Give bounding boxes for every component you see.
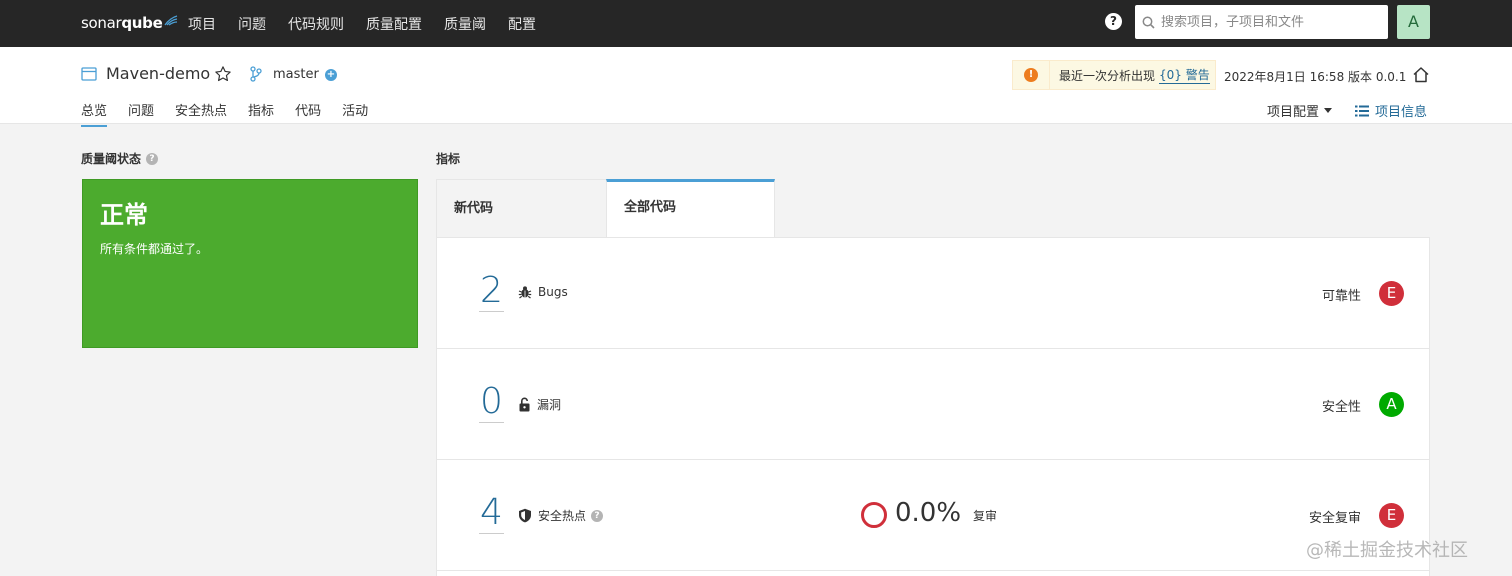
analysis-date: 2022年8月1日 16:58	[1224, 70, 1345, 84]
warning-icon: !	[1024, 68, 1038, 82]
project-header: Maven-demo master + 总览 问题 安全热点 指标 代码 活动 …	[0, 47, 1512, 127]
metric-row-bugs: 2 Bugs 可靠性 E	[437, 238, 1429, 349]
search-box[interactable]	[1135, 5, 1388, 39]
tab-activity[interactable]: 活动	[342, 100, 368, 127]
tab-issues[interactable]: 问题	[128, 100, 154, 127]
sonarqube-logo[interactable]: sonarqube	[81, 10, 178, 36]
security-hotspots-count[interactable]: 4	[479, 493, 504, 534]
list-icon	[1355, 105, 1369, 117]
project-info-label: 项目信息	[1375, 105, 1428, 120]
security-hotspots-label-text: 安全热点	[538, 509, 587, 523]
star-icon[interactable]	[214, 65, 232, 87]
project-name[interactable]: Maven-demo	[106, 64, 210, 83]
bugs-count[interactable]: 2	[479, 271, 504, 312]
caret-down-icon	[1324, 108, 1333, 113]
logo-text: sonarqube	[81, 14, 163, 32]
project-settings-label: 项目配置	[1267, 105, 1320, 120]
vulnerabilities-label: 漏洞	[518, 396, 561, 413]
metrics-title: 指标	[436, 152, 461, 166]
branch-icon	[250, 66, 262, 86]
help-icon[interactable]: ?	[146, 152, 159, 165]
security-hotspots-label: 安全热点 ?	[518, 507, 604, 524]
warning-text: 最近一次分析出现	[1059, 68, 1156, 83]
warning-link[interactable]: {0} 警告	[1159, 66, 1210, 84]
tab-code[interactable]: 代码	[295, 100, 321, 127]
tab-overall-code[interactable]: 全部代码	[606, 179, 775, 237]
vulnerabilities-count[interactable]: 0	[479, 382, 504, 423]
reliability-rating[interactable]: E	[1379, 281, 1404, 306]
project-settings-dropdown[interactable]: 项目配置	[1267, 101, 1333, 120]
project-version: 版本 0.0.1	[1348, 70, 1407, 84]
security-rating[interactable]: A	[1379, 392, 1404, 417]
quality-gate-status: 正常	[100, 201, 148, 229]
lock-icon	[518, 397, 531, 412]
security-review-label: 安全复审	[1308, 511, 1361, 526]
nav-issues[interactable]: 问题	[238, 14, 266, 34]
quality-gate-title: 质量阈状态 ?	[81, 150, 159, 167]
review-label: 复审	[973, 509, 998, 523]
search-icon	[1142, 16, 1155, 29]
nav-administration[interactable]: 配置	[508, 14, 536, 34]
tab-security-hotspots[interactable]: 安全热点	[175, 100, 227, 127]
nav-rules[interactable]: 代码规则	[288, 14, 344, 34]
metrics-panel: 2 Bugs 可靠性 E 0 漏洞 安全性 A 4 安全热点 ? 0.0% 复审…	[436, 237, 1430, 576]
watermark-text: @稀土掘金技术社区	[1306, 540, 1468, 561]
nav-quality-profiles[interactable]: 质量配置	[366, 14, 422, 34]
nav-projects[interactable]: 项目	[188, 14, 216, 34]
question-circle-icon[interactable]: ?	[1105, 13, 1122, 30]
vulnerabilities-label-text: 漏洞	[537, 398, 562, 412]
quality-gate-status-box: 正常 所有条件都通过了。	[82, 179, 418, 348]
top-navbar: sonarqube 项目 问题 代码规则 质量配置 质量阈 配置 ? A	[0, 0, 1512, 47]
review-donut-chart	[861, 502, 887, 528]
analysis-warning-banner: ! 最近一次分析出现 {0} 警告	[1012, 60, 1216, 90]
user-avatar[interactable]: A	[1397, 5, 1430, 39]
metric-row-security-hotspots: 4 安全热点 ? 0.0% 复审 安全复审 E	[437, 460, 1429, 571]
security-review-rating[interactable]: E	[1379, 503, 1404, 528]
tab-measures[interactable]: 指标	[248, 100, 274, 127]
home-icon[interactable]	[1412, 66, 1430, 87]
logo-waves-icon	[163, 15, 177, 26]
shield-icon	[518, 508, 532, 523]
tab-new-code[interactable]: 新代码	[436, 179, 606, 237]
quality-gate-title-text: 质量阈状态	[81, 152, 142, 166]
security-label: 安全性	[1321, 400, 1361, 415]
quality-gate-message: 所有条件都通过了。	[100, 242, 209, 256]
nav-quality-gates[interactable]: 质量阈	[444, 14, 486, 34]
project-info-link[interactable]: 项目信息	[1355, 101, 1427, 120]
reviewed-percentage[interactable]: 0.0%	[895, 498, 961, 528]
main-menu: 项目 问题 代码规则 质量配置 质量阈 配置	[188, 0, 558, 47]
search-input[interactable]	[1161, 14, 1371, 30]
bug-icon	[518, 285, 532, 299]
tab-overview[interactable]: 总览	[81, 100, 108, 127]
reliability-label: 可靠性	[1321, 289, 1361, 304]
metric-row-vulnerabilities: 0 漏洞 安全性 A	[437, 349, 1429, 460]
bugs-label-text: Bugs	[538, 285, 568, 299]
branch-name[interactable]: master	[273, 67, 319, 82]
help-icon[interactable]: ?	[591, 509, 604, 522]
project-tabs: 总览 问题 安全热点 指标 代码 活动	[81, 100, 389, 127]
project-icon	[81, 67, 97, 85]
bugs-label: Bugs	[518, 285, 568, 299]
warning-divider	[1049, 61, 1050, 89]
plus-circle-icon[interactable]: +	[325, 69, 337, 81]
